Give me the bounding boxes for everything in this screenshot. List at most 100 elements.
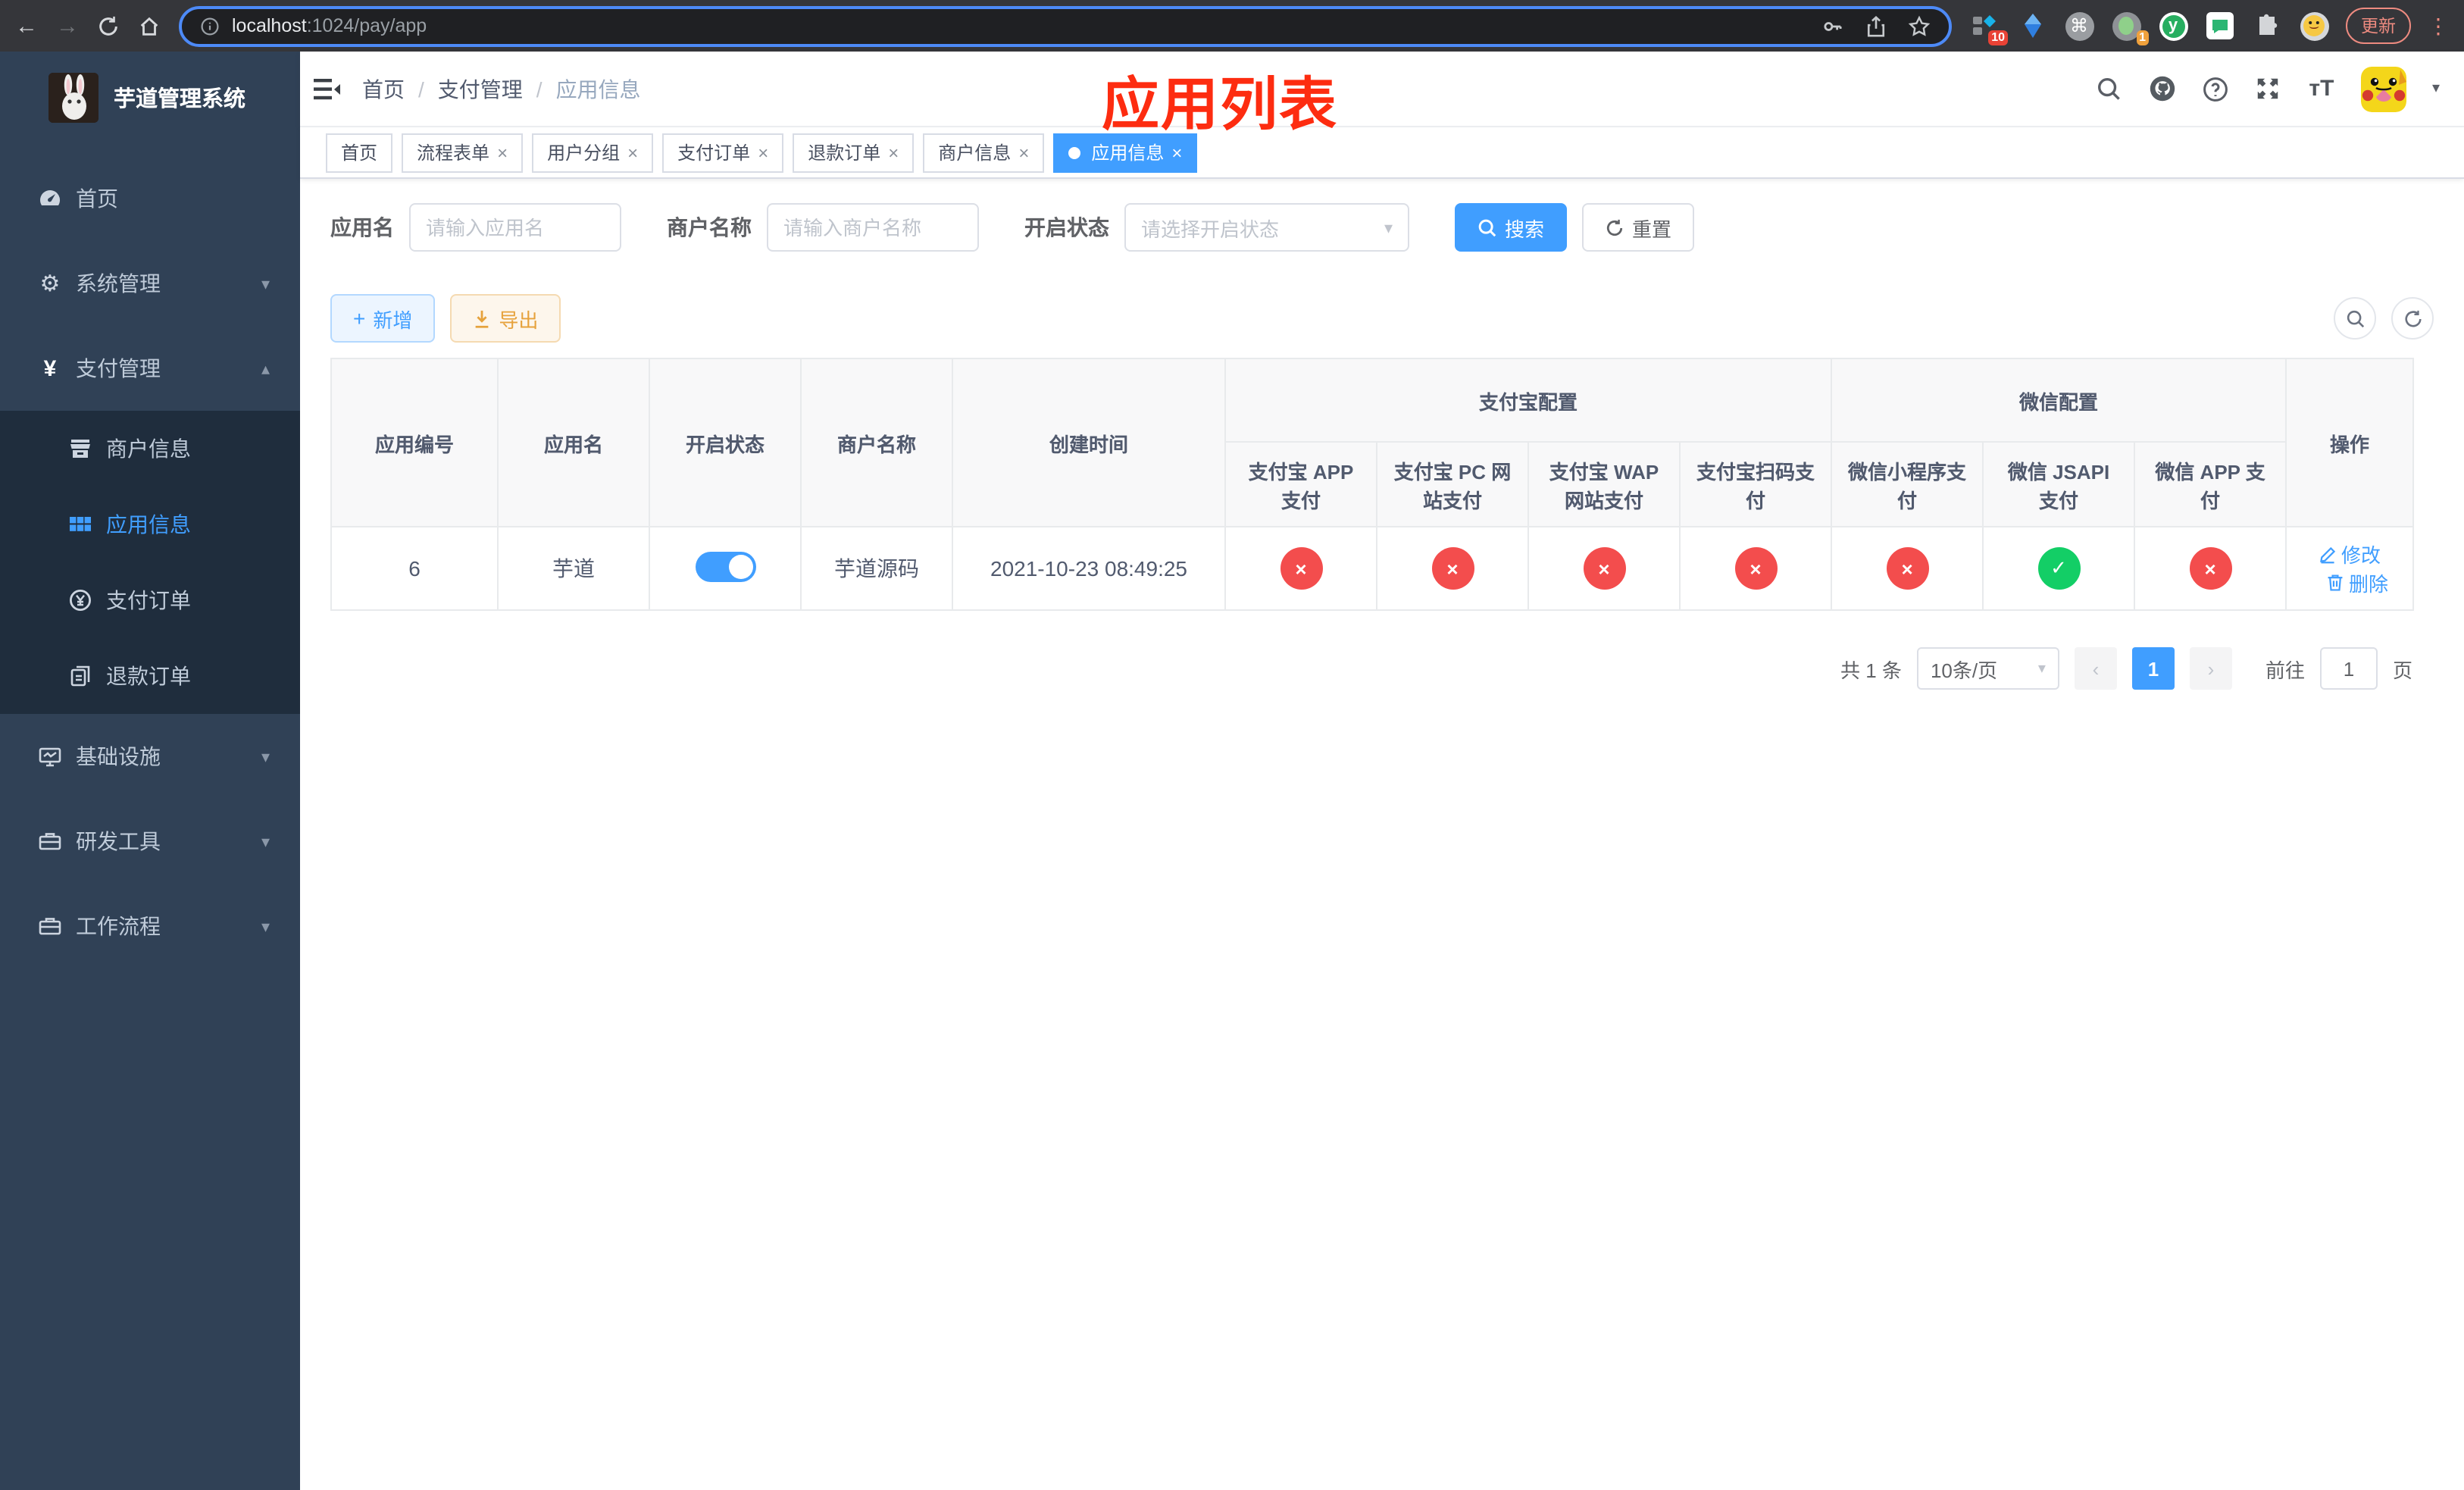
extension-chat-icon[interactable]	[2205, 11, 2235, 41]
url-bar[interactable]: localhost:1024/pay/app	[179, 5, 1952, 46]
extension-command-icon[interactable]: ⌘	[2064, 11, 2094, 41]
tab-user-group[interactable]: 用户分组 ×	[532, 133, 654, 172]
sidebar-item-system[interactable]: ⚙ 系统管理 ▾	[0, 241, 300, 326]
goto-prefix: 前往	[2265, 659, 2305, 681]
app-logo-row[interactable]: 芋道管理系统	[0, 52, 300, 144]
sidebar-item-home[interactable]: 首页	[0, 156, 300, 241]
sidebar-item-payment[interactable]: ¥ 支付管理 ▴	[0, 326, 300, 411]
sidebar-item-app-info[interactable]: 应用信息	[0, 487, 300, 562]
browser-menu-icon[interactable]: ⋮	[2428, 13, 2449, 39]
extension-y-icon[interactable]: y	[2158, 11, 2188, 41]
prev-page-button[interactable]: ‹	[2074, 647, 2117, 690]
col-status: 开启状态	[649, 358, 802, 527]
tab-home[interactable]: 首页	[326, 133, 393, 172]
tab-close-icon[interactable]: ×	[758, 142, 768, 163]
app-title: 芋道管理系统	[114, 88, 245, 112]
app-name-input[interactable]	[409, 203, 621, 252]
tab-close-icon[interactable]: ×	[1018, 142, 1029, 163]
sidebar-item-label: 支付管理	[76, 356, 161, 380]
sidebar-item-workflow[interactable]: 工作流程 ▾	[0, 884, 300, 969]
browser-home-icon[interactable]	[138, 14, 161, 37]
reset-button[interactable]: 重置	[1582, 203, 1695, 252]
header-search-icon[interactable]	[2096, 75, 2123, 102]
page-size-select[interactable]: 10条/页 ▾	[1916, 647, 2059, 690]
refresh-button[interactable]	[2391, 297, 2434, 340]
site-info-icon[interactable]	[200, 16, 220, 36]
breadcrumb-current: 应用信息	[555, 77, 641, 101]
user-avatar[interactable]	[2360, 66, 2406, 111]
wechat-app-status-icon: ×	[2189, 547, 2232, 590]
col-alipay-wap: 支付宝 WAP 网站支付	[1527, 441, 1681, 527]
browser-profile-avatar[interactable]	[2299, 11, 2329, 41]
alipay-app-status-icon: ×	[1280, 547, 1322, 590]
col-group-wechat: 微信配置	[1831, 358, 2287, 443]
sidebar-item-label: 基础设施	[76, 744, 161, 768]
sidebar-item-devtools[interactable]: 研发工具 ▾	[0, 799, 300, 884]
chevron-down-icon: ▾	[1384, 219, 1393, 237]
sidebar-item-infra[interactable]: 基础设施 ▾	[0, 714, 300, 799]
sidebar-menu: 首页 ⚙ 系统管理 ▾ ¥ 支付管理 ▴ 商户信息 应用信息 支付订单 退款订单…	[0, 156, 300, 969]
tab-close-icon[interactable]: ×	[627, 142, 638, 163]
tab-pay-order[interactable]: 支付订单 ×	[662, 133, 784, 172]
search-button[interactable]: 搜索	[1455, 203, 1568, 252]
tab-refund-order[interactable]: 退款订单 ×	[793, 133, 915, 172]
tab-merchant-info[interactable]: 商户信息 ×	[923, 133, 1045, 172]
help-icon[interactable]	[2202, 75, 2229, 102]
gear-icon: ⚙	[39, 271, 61, 297]
show-search-button[interactable]	[2334, 297, 2376, 340]
sidebar-item-label: 支付订单	[106, 588, 191, 612]
extensions-puzzle-icon[interactable]	[2252, 11, 2282, 41]
table-toolbar: + 新增 导出	[330, 294, 2434, 343]
page-number-1[interactable]: 1	[2131, 647, 2175, 690]
tab-close-icon[interactable]: ×	[888, 142, 899, 163]
pagination-total: 共 1 条	[1840, 659, 1902, 681]
password-key-icon[interactable]	[1821, 14, 1844, 37]
sidebar-item-label: 首页	[76, 186, 118, 211]
tags-view: 首页 流程表单 × 用户分组 × 支付订单 × 退款订单 × 商户信息 × 应用信息 ×	[300, 127, 2464, 179]
breadcrumb: 首页 / 支付管理 / 应用信息	[362, 74, 641, 104]
sidebar-item-merchant-info[interactable]: 商户信息	[0, 411, 300, 487]
fullscreen-icon[interactable]	[2255, 75, 2282, 102]
status-toggle[interactable]	[695, 551, 755, 581]
sidebar: 芋道管理系统 首页 ⚙ 系统管理 ▾ ¥ 支付管理 ▴ 商户信息 应用信息 支付…	[0, 52, 300, 1490]
browser-update-button[interactable]: 更新	[2346, 8, 2411, 44]
app-logo-image	[48, 73, 98, 123]
documents-icon	[68, 664, 92, 688]
tab-close-icon[interactable]: ×	[497, 142, 508, 163]
search-form: 应用名 商户名称 开启状态 请选择开启状态 ▾	[330, 203, 2434, 252]
monitor-icon	[38, 744, 62, 768]
export-button[interactable]: 导出	[450, 294, 561, 343]
extension-2-icon[interactable]	[2017, 11, 2047, 41]
breadcrumb-home[interactable]: 首页	[362, 74, 405, 104]
sidebar-item-pay-order[interactable]: 支付订单	[0, 562, 300, 638]
goto-page-input[interactable]	[2319, 647, 2378, 690]
browser-forward-icon[interactable]: →	[56, 14, 79, 37]
yen-icon: ¥	[43, 355, 57, 381]
breadcrumb-payment[interactable]: 支付管理	[438, 74, 523, 104]
edit-link[interactable]: 修改	[2319, 540, 2381, 568]
col-app-id: 应用编号	[330, 358, 499, 527]
cell-created: 2021-10-23 08:49:25	[952, 526, 1226, 611]
avatar-caret-icon[interactable]: ▾	[2432, 80, 2440, 97]
next-page-button[interactable]: ›	[2189, 647, 2232, 690]
browser-back-icon[interactable]: ←	[15, 14, 38, 37]
status-select[interactable]: 请选择开启状态 ▾	[1124, 203, 1409, 252]
col-merchant: 商户名称	[800, 358, 953, 527]
bookmark-star-icon[interactable]	[1908, 14, 1931, 37]
font-size-icon[interactable]: тT	[2308, 75, 2335, 102]
chevron-down-icon: ▾	[261, 833, 270, 851]
tab-close-icon[interactable]: ×	[1171, 142, 1182, 163]
delete-link[interactable]: 删除	[2326, 568, 2388, 597]
sidebar-collapse-icon[interactable]	[314, 77, 341, 101]
add-button[interactable]: + 新增	[330, 294, 436, 343]
extension-3-icon[interactable]: 1	[2111, 11, 2149, 45]
sidebar-item-refund-order[interactable]: 退款订单	[0, 638, 300, 714]
share-icon[interactable]	[1865, 14, 1887, 37]
tab-process-form[interactable]: 流程表单 ×	[402, 133, 524, 172]
extension-1-icon[interactable]: 10	[1970, 11, 2008, 45]
merchant-name-input[interactable]	[767, 203, 979, 252]
github-icon[interactable]	[2149, 75, 2176, 102]
browser-reload-icon[interactable]	[97, 14, 120, 37]
dashboard-icon	[38, 186, 62, 211]
col-alipay-app: 支付宝 APP 支付	[1224, 441, 1377, 527]
